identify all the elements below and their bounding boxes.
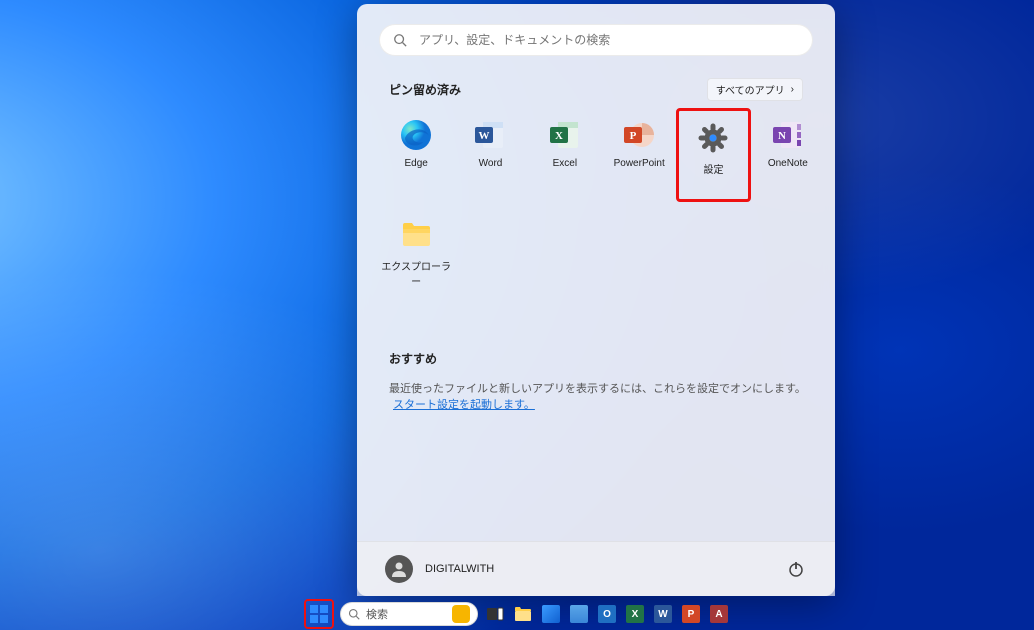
taskbar-search[interactable]: 検索 bbox=[340, 602, 478, 626]
all-apps-label: すべてのアプリ bbox=[716, 82, 785, 97]
taskbar-explorer[interactable] bbox=[512, 601, 534, 627]
outlook-icon: O bbox=[598, 605, 616, 623]
app-label: OneNote bbox=[768, 158, 808, 169]
start-search-input[interactable] bbox=[417, 32, 799, 48]
edge-icon bbox=[399, 118, 433, 152]
app-label: Word bbox=[479, 158, 503, 169]
app-edge[interactable]: Edge bbox=[379, 108, 453, 196]
powerpoint-icon: P bbox=[622, 118, 656, 152]
onenote-icon: N bbox=[771, 118, 805, 152]
start-search-box[interactable] bbox=[379, 24, 813, 56]
taskbar-notepad[interactable] bbox=[568, 601, 590, 627]
app-label: Edge bbox=[404, 158, 427, 169]
explorer-icon bbox=[514, 605, 532, 623]
taskbar: 検索 O X W P A bbox=[0, 598, 1034, 630]
word-icon: W bbox=[654, 605, 672, 623]
app-word[interactable]: W Word bbox=[453, 108, 527, 196]
chevron-right-icon: › bbox=[791, 84, 794, 95]
recommended-header: おすすめ bbox=[389, 350, 803, 367]
settings-icon bbox=[696, 121, 730, 155]
app-label: エクスプローラー bbox=[379, 258, 453, 288]
taskbar-excel[interactable]: X bbox=[624, 601, 646, 627]
recommended-message: 最近使ったファイルと新しいアプリを表示するには、これらを設定でオンにします。 ス… bbox=[389, 380, 835, 412]
taskbar-items: 検索 O X W P A bbox=[304, 599, 730, 629]
app-label: 設定 bbox=[703, 161, 723, 176]
start-footer: DIGITALWITH bbox=[357, 541, 835, 596]
excel-icon: X bbox=[626, 605, 644, 623]
svg-text:N: N bbox=[778, 130, 786, 142]
pinned-title: ピン留め済み bbox=[389, 81, 461, 98]
app-explorer[interactable]: エクスプローラー bbox=[379, 208, 453, 296]
user-account-button[interactable]: DIGITALWITH bbox=[385, 555, 494, 583]
powerpoint-icon: P bbox=[682, 605, 700, 623]
user-icon bbox=[390, 560, 408, 578]
search-icon bbox=[393, 33, 407, 47]
explorer-icon bbox=[399, 218, 433, 252]
app-powerpoint[interactable]: P PowerPoint bbox=[602, 108, 676, 196]
taskbar-outlook[interactable]: O bbox=[596, 601, 618, 627]
recommended-title: おすすめ bbox=[389, 350, 437, 367]
app-settings[interactable]: 設定 bbox=[676, 108, 750, 202]
app-onenote[interactable]: N OneNote bbox=[751, 108, 825, 196]
app-label: PowerPoint bbox=[614, 158, 665, 169]
pinned-header: ピン留め済み すべてのアプリ › bbox=[389, 78, 803, 101]
start-settings-link[interactable]: スタート設定を起動します。 bbox=[393, 396, 535, 412]
power-icon bbox=[787, 560, 805, 578]
search-highlight-badge bbox=[452, 605, 470, 623]
svg-text:X: X bbox=[555, 130, 563, 142]
notepad-icon bbox=[570, 605, 588, 623]
start-button[interactable] bbox=[304, 599, 334, 629]
start-menu: ピン留め済み すべてのアプリ › Edge W Word X Excel bbox=[357, 4, 835, 596]
taskbar-taskview[interactable] bbox=[484, 601, 506, 627]
search-icon bbox=[348, 608, 360, 620]
excel-icon: X bbox=[548, 118, 582, 152]
app-label: Excel bbox=[553, 158, 577, 169]
taskbar-word[interactable]: W bbox=[652, 601, 674, 627]
taskbar-access[interactable]: A bbox=[708, 601, 730, 627]
pinned-apps-grid: Edge W Word X Excel P PowerPoint 設定 bbox=[379, 108, 825, 296]
app-excel[interactable]: X Excel bbox=[528, 108, 602, 196]
taskbar-store[interactable] bbox=[540, 601, 562, 627]
taskbar-search-label: 検索 bbox=[366, 606, 448, 622]
svg-text:W: W bbox=[479, 130, 490, 142]
access-icon: A bbox=[710, 605, 728, 623]
avatar bbox=[385, 555, 413, 583]
word-icon: W bbox=[473, 118, 507, 152]
recommended-text: 最近使ったファイルと新しいアプリを表示するには、これらを設定でオンにします。 bbox=[389, 380, 806, 396]
taskview-icon bbox=[486, 605, 504, 623]
windows-logo-icon bbox=[309, 604, 329, 624]
svg-text:P: P bbox=[630, 130, 637, 142]
store-icon bbox=[542, 605, 560, 623]
all-apps-button[interactable]: すべてのアプリ › bbox=[707, 78, 803, 101]
power-button[interactable] bbox=[785, 558, 807, 580]
taskbar-powerpoint[interactable]: P bbox=[680, 601, 702, 627]
user-name: DIGITALWITH bbox=[425, 563, 494, 575]
